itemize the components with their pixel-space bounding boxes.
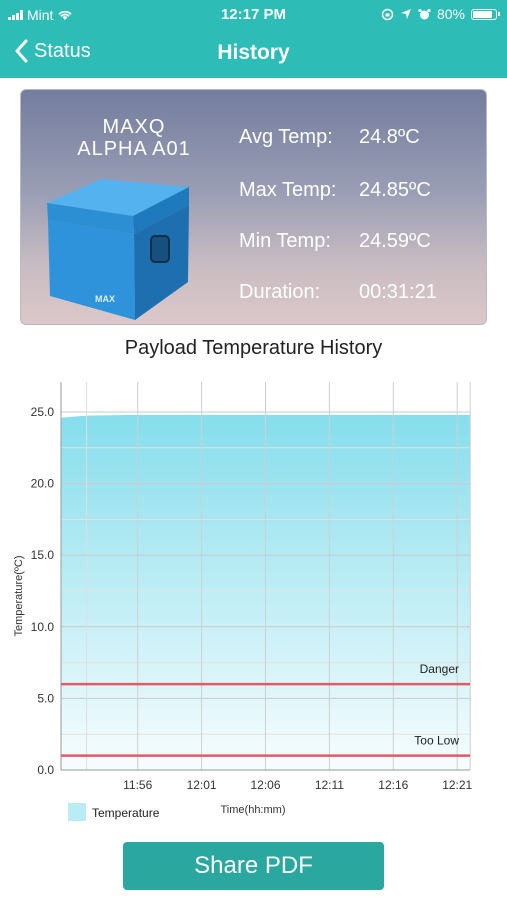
stat-value: 24.8ºC [359, 126, 420, 148]
nav-bar: Status History [0, 30, 507, 78]
y-tick-label: 20.0 [31, 477, 55, 491]
x-tick-label: 12:06 [250, 778, 280, 792]
stat-duration: Duration: 00:31:21 [239, 281, 437, 304]
y-tick-label: 25.0 [31, 405, 55, 419]
x-tick-label: 12:16 [378, 778, 408, 792]
stat-avg-temp: Avg Temp: 24.8ºC [239, 126, 420, 149]
stat-min-temp: Min Temp: 24.59ºC [239, 230, 431, 253]
stat-label: Min Temp: [239, 230, 331, 252]
y-tick-label: 15.0 [31, 548, 55, 562]
device-name-line2: ALPHA A01 [77, 138, 191, 160]
x-axis-label: Time(hh:mm) [221, 804, 286, 816]
legend-swatch [68, 803, 86, 821]
y-axis-label: Temperature(ºC) [13, 555, 25, 636]
status-icons: 80% [381, 6, 500, 22]
device-name: MAXQ ALPHA A01 [59, 116, 209, 160]
x-tick-label: 12:01 [187, 778, 217, 792]
stat-value: 24.85ºC [359, 179, 431, 201]
status-bar: Mint 12:17 PM 80% [0, 0, 507, 30]
stat-value: 00:31:21 [359, 281, 437, 303]
threshold-label: Danger [420, 662, 459, 676]
stat-label: Duration: [239, 281, 321, 303]
stat-value: 24.59ºC [359, 230, 431, 252]
device-name-line1: MAXQ [102, 116, 166, 138]
box-logo: MAX [95, 294, 115, 304]
lock-rotation-icon [381, 8, 394, 20]
battery-percent: 80% [436, 6, 465, 22]
chart-title: Payload Temperature History [124, 337, 383, 359]
temperature-chart[interactable]: 0.0 5.0 10.0 15.0 20.0 25.0 11:56 12:01 12:06 12:… [0, 370, 507, 830]
battery-icon [471, 8, 500, 20]
page-title: History [217, 41, 290, 64]
y-tick-label: 10.0 [31, 620, 55, 634]
share-pdf-button[interactable]: Share PDF [123, 842, 384, 890]
threshold-label: Too Low [414, 734, 459, 748]
alarm-icon [418, 8, 431, 19]
y-tick-label: 0.0 [37, 763, 54, 777]
y-tick-label: 5.0 [37, 691, 54, 705]
cooler-box-image: MAX [47, 179, 189, 320]
stat-max-temp: Max Temp: 24.85ºC [239, 179, 431, 202]
x-tick-label: 12:11 [315, 778, 344, 792]
stat-label: Max Temp: [239, 179, 337, 201]
stat-label: Avg Temp: [239, 126, 333, 148]
x-tick-label: 12:21 [442, 778, 472, 792]
x-tick-label: 11:56 [123, 778, 152, 792]
summary-card: MAXQ ALPHA A01 MAX Avg Temp: 24.8ºC Max T… [20, 89, 487, 325]
legend-label: Temperature [92, 806, 160, 820]
location-icon [400, 9, 411, 19]
